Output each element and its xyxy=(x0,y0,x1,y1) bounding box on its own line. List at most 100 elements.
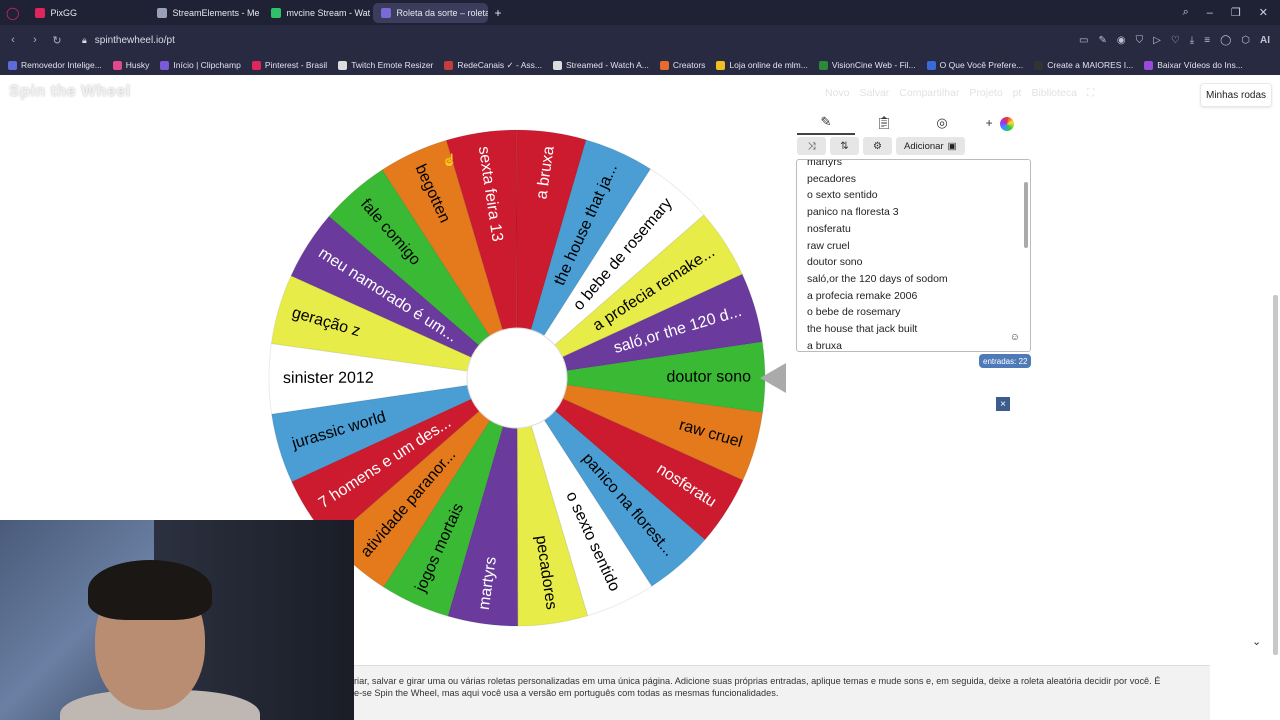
site-logo[interactable]: Spin the Wheel xyxy=(9,83,131,101)
browser-tab[interactable]: Roleta da sorte – roleta c xyxy=(373,2,489,23)
minimize-icon[interactable]: – xyxy=(1207,7,1213,19)
top-menu: Novo Salvar Compartilhar Projeto pt Bibliotec… xyxy=(825,87,1094,100)
entries-count-badge: entradas: 22 xyxy=(979,354,1032,368)
bookmark-favicon-icon xyxy=(1144,60,1154,70)
project-button[interactable]: Projeto xyxy=(969,87,1002,100)
edit-icon[interactable]: ✎ xyxy=(1099,35,1107,46)
clipboard-icon: 📋︎ xyxy=(875,115,893,130)
bookmark-item[interactable]: Streamed - Watch A... xyxy=(553,60,649,70)
library-button[interactable]: Biblioteca xyxy=(1031,87,1077,100)
entry-toolbar: ⤨ ⇅ ⚙ Adicionar ▣ xyxy=(797,137,965,155)
extensions-icon[interactable]: ⬡ xyxy=(1241,35,1250,46)
add-image-button[interactable]: Adicionar ▣ xyxy=(896,137,965,155)
bookmark-label: O Que Você Prefere... xyxy=(939,60,1024,70)
ai-icon[interactable]: AI xyxy=(1260,35,1270,46)
entry-line[interactable]: a profecia remake 2006 xyxy=(807,288,948,305)
browser-tab[interactable]: StreamElements - Me xyxy=(149,3,261,23)
entry-line[interactable]: a bruxa xyxy=(807,338,948,351)
description-text: riar, salvar e girar uma ou várias rolet… xyxy=(354,665,1210,720)
bookmark-favicon-icon xyxy=(251,60,261,70)
sort-button[interactable]: ⇅ xyxy=(830,137,859,155)
window-controls: ⌕ – ❐ ✕ xyxy=(1183,0,1268,25)
entry-line[interactable]: pecadores xyxy=(807,171,948,188)
language-button[interactable]: pt xyxy=(1013,87,1022,100)
bookmark-item[interactable]: Twitch Emote Resizer xyxy=(338,60,433,70)
entry-line[interactable]: the house that jack built xyxy=(807,321,948,338)
my-wheels-button[interactable]: Minhas rodas xyxy=(1200,83,1272,107)
url-text: spinthewheel.io/pt xyxy=(94,34,175,46)
new-button[interactable]: Novo xyxy=(825,87,850,100)
download-icon[interactable]: ⤓ xyxy=(1190,35,1194,46)
chevron-down-icon[interactable]: ⌄ xyxy=(1252,635,1261,648)
close-button[interactable]: × xyxy=(996,397,1010,411)
settings-button[interactable]: ⚙ xyxy=(863,137,892,155)
opera-icon[interactable]: ◯ xyxy=(6,6,19,20)
bookmark-item[interactable]: O Que Você Prefere... xyxy=(926,60,1024,70)
share-button[interactable]: Compartilhar xyxy=(899,87,959,100)
bookmark-item[interactable]: VisionCine Web - Fil... xyxy=(818,60,916,70)
bookmark-item[interactable]: Husky xyxy=(112,60,149,70)
mouse-cursor-icon: ☝ xyxy=(442,153,457,167)
new-tab-button[interactable]: + xyxy=(494,6,501,20)
search-tabs-icon[interactable]: ⌕ xyxy=(1183,6,1189,19)
profile-icon[interactable]: ◯ xyxy=(1220,35,1231,46)
entries-scrollbar[interactable] xyxy=(1024,182,1028,248)
close-window-icon[interactable]: ✕ xyxy=(1259,6,1268,19)
bookmark-favicon-icon xyxy=(338,60,348,70)
bookmark-item[interactable]: Creators xyxy=(659,60,705,70)
description-line-2: e-se Spin the Wheel, mas aqui você usa a… xyxy=(354,688,779,698)
restore-icon[interactable]: ❐ xyxy=(1231,6,1241,19)
entry-line[interactable]: doutor sono xyxy=(807,254,948,271)
entry-line[interactable]: o bebe de rosemary xyxy=(807,304,948,321)
bookmark-label: Pinterest - Brasil xyxy=(264,60,328,70)
bookmark-favicon-icon xyxy=(444,60,454,70)
bookmark-item[interactable]: Removedor Intelige... xyxy=(8,60,102,70)
tab-edit[interactable]: ✎ xyxy=(797,111,855,135)
lock-icon: 🔒︎ xyxy=(82,34,87,45)
page-scrollbar[interactable] xyxy=(1273,295,1278,655)
sidebar-icon[interactable]: ▭ xyxy=(1079,35,1088,46)
back-icon[interactable]: ‹ xyxy=(2,34,24,46)
bookmark-label: VisionCine Web - Fil... xyxy=(831,60,916,70)
shuffle-button[interactable]: ⤨ xyxy=(797,137,826,155)
url-field[interactable]: 🔒︎ spinthewheel.io/pt xyxy=(82,35,175,46)
forward-icon[interactable]: › xyxy=(24,34,46,46)
entry-line[interactable]: martyrs xyxy=(807,160,948,171)
entries-textarea[interactable]: martyrs pecadores o sexto sentido panico na… xyxy=(796,159,1031,352)
bookmark-item[interactable]: Create a MAIORES I... xyxy=(1034,60,1133,70)
wheel-center-hub[interactable] xyxy=(466,327,568,429)
bookmark-item[interactable]: RedeCanais ✓ - Ass... xyxy=(444,60,542,71)
entry-line[interactable]: panico na floresta 3 xyxy=(807,204,948,221)
tab-label: PixGG xyxy=(50,7,77,18)
save-button[interactable]: Salvar xyxy=(860,87,890,100)
bookmark-label: Twitch Emote Resizer xyxy=(351,60,434,70)
menu-icon[interactable]: ≡ xyxy=(1204,35,1210,46)
reload-icon[interactable]: ↻ xyxy=(46,34,68,47)
entry-line[interactable]: o sexto sentido xyxy=(807,187,948,204)
fullscreen-icon[interactable]: ⛶ xyxy=(1087,87,1094,100)
tab-theme[interactable]: + xyxy=(971,115,1029,131)
play-icon[interactable]: ▷ xyxy=(1153,35,1161,46)
plus-icon: + xyxy=(985,116,993,131)
tab-results[interactable]: 📋︎ xyxy=(855,115,913,131)
tab-hidden[interactable]: ◎ xyxy=(913,115,971,131)
entry-line[interactable]: saló,or the 120 days of sodom xyxy=(807,271,948,288)
camera-icon[interactable]: ◉ xyxy=(1117,35,1126,46)
browser-tab-strip: ◯ PixGG StreamElements - Me mvcine Stream … xyxy=(0,0,1280,25)
bookmark-label: RedeCanais ✓ - Ass... xyxy=(457,59,542,70)
browser-tab[interactable]: PixGG xyxy=(27,3,147,23)
entries-list: martyrs pecadores o sexto sentido panico na… xyxy=(807,160,948,351)
bookmark-item[interactable]: Baixar Vídeos do Ins... xyxy=(1144,60,1243,70)
browser-tab[interactable]: mvcine Stream - Wat xyxy=(263,3,371,23)
eye-off-icon: ◎ xyxy=(936,115,948,130)
bookmark-item[interactable]: Início | Clipchamp xyxy=(160,60,241,70)
emoji-icon[interactable]: ☺ xyxy=(1010,332,1020,343)
bookmark-item[interactable]: Pinterest - Brasil xyxy=(251,60,328,70)
webcam-person-hair xyxy=(88,560,212,620)
bookmarks-bar: Removedor Intelige... Husky Início | Clipc… xyxy=(0,55,1280,75)
shield-icon[interactable]: ⛉ xyxy=(1136,35,1144,46)
bookmark-item[interactable]: Loja online de mlm... xyxy=(716,60,808,70)
entry-line[interactable]: raw cruel xyxy=(807,238,948,255)
heart-icon[interactable]: ♡ xyxy=(1171,35,1180,46)
entry-line[interactable]: nosferatu xyxy=(807,221,948,238)
